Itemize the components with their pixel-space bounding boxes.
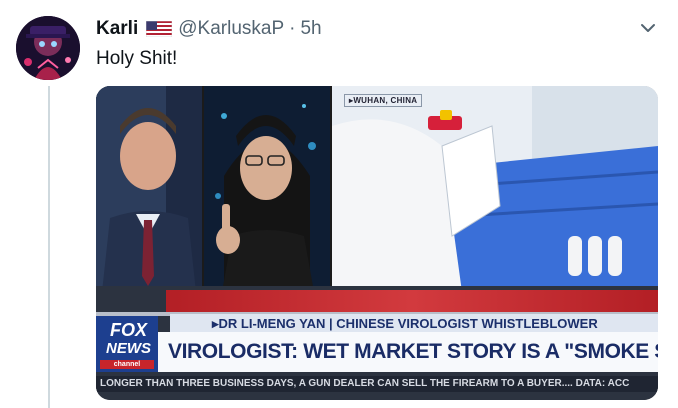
- ticker-text: LONGER THAN THREE BUSINESS DAYS, A GUN D…: [100, 378, 630, 389]
- lab-footage-panel: ▸WUHAN, CHINA: [332, 86, 658, 292]
- fox-news-logo: FOX NEWS channel: [96, 316, 158, 372]
- avatar-image: [16, 16, 80, 80]
- news-ticker: LONGER THAN THREE BUSINESS DAYS, A GUN D…: [96, 376, 658, 392]
- user-handle[interactable]: @KarluskaP: [178, 18, 284, 40]
- tweet-header: Karli @KarluskaP · 5h: [96, 18, 322, 40]
- timestamp[interactable]: 5h: [300, 18, 321, 40]
- host-panel: [96, 86, 202, 292]
- headline-text: VIROLOGIST: WET MARKET STORY IS A "SMOKE…: [168, 340, 658, 363]
- avatar[interactable]: [16, 16, 80, 80]
- display-name[interactable]: Karli: [96, 18, 138, 40]
- video-media[interactable]: ▸WUHAN, CHINA ▸DR LI-MENG YAN | CHINESE …: [96, 86, 658, 400]
- guest-panel: [204, 86, 330, 292]
- chevron-down-icon[interactable]: [636, 18, 660, 38]
- logo-bottom-text: NEWS: [106, 340, 151, 357]
- logo-top-text: FOX: [110, 320, 148, 340]
- location-tag: ▸WUHAN, CHINA: [344, 94, 423, 107]
- headline-bar: VIROLOGIST: WET MARKET STORY IS A "SMOKE…: [156, 332, 658, 372]
- logo-channel-text: channel: [100, 360, 154, 369]
- red-banner: [166, 290, 658, 312]
- tweet-text: Holy Shit!: [96, 48, 178, 69]
- separator-dot: ·: [289, 18, 296, 39]
- us-flag-icon: [145, 20, 173, 38]
- subtitle-text: ▸DR LI-MENG YAN | CHINESE VIROLOGIST WHI…: [212, 316, 598, 331]
- subtitle-bar: ▸DR LI-MENG YAN | CHINESE VIROLOGIST WHI…: [170, 314, 658, 332]
- thread-line: [48, 86, 50, 408]
